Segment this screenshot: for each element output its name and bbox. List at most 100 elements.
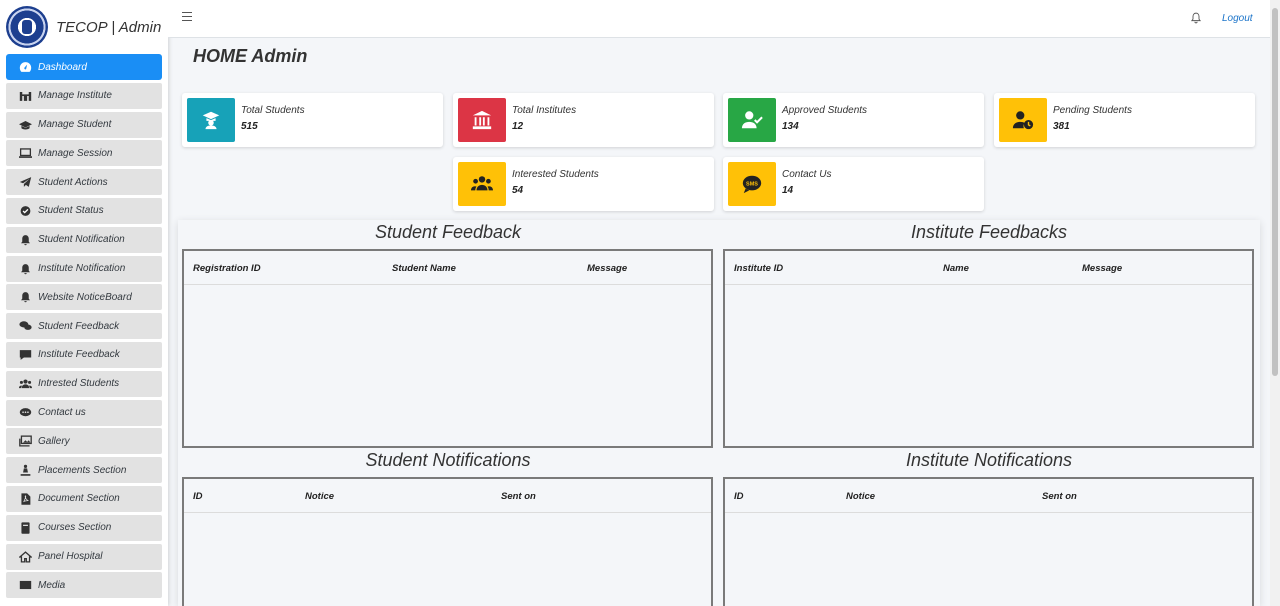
stat-card-contact-us[interactable]: SMS Contact Us 14 xyxy=(723,157,984,211)
sidebar-item-label: Website NoticeBoard xyxy=(38,291,132,303)
sidebar-item-manage-session[interactable]: Manage Session xyxy=(6,140,162,167)
bell-icon xyxy=(18,291,32,303)
student-feedback-table: Registration ID Student Name Message xyxy=(182,249,713,448)
sidebar-item-intrested-students[interactable]: Intrested Students xyxy=(6,370,162,397)
column-header: Institute ID xyxy=(734,263,784,274)
users-icon xyxy=(18,378,32,390)
comments-icon xyxy=(18,320,32,332)
sidebar-item-website-noticeboard[interactable]: Website NoticeBoard xyxy=(6,284,162,311)
sidebar-item-courses-section[interactable]: Courses Section xyxy=(6,514,162,541)
sidebar-item-label: Dashboard xyxy=(38,61,87,73)
sidebar-item-label: Institute Feedback xyxy=(38,349,120,361)
pdf-icon xyxy=(18,493,32,505)
paper-plane-icon xyxy=(18,176,32,188)
laptop-icon xyxy=(18,147,32,159)
logout-link[interactable]: Logout xyxy=(1222,13,1253,24)
sidebar-item-document-section[interactable]: Document Section xyxy=(6,485,162,512)
stat-card-approved-students[interactable]: Approved Students 134 xyxy=(723,93,984,147)
institute-feedback-title: Institute Feedbacks xyxy=(910,222,1068,242)
sidebar-item-student-notification[interactable]: Student Notification xyxy=(6,226,162,253)
institution-icon xyxy=(458,98,506,142)
column-header: Sent on xyxy=(501,491,536,502)
brand-title: TECOP | Admin xyxy=(56,18,162,36)
column-header: Notice xyxy=(846,491,876,502)
card-value: 134 xyxy=(782,121,799,132)
student-notifications-title: Student Notifications xyxy=(365,450,531,470)
menu-toggle-icon[interactable] xyxy=(182,12,192,22)
sidebar-item-panel-hospital[interactable]: Panel Hospital xyxy=(6,543,162,570)
sidebar-item-media[interactable]: Media xyxy=(6,572,162,599)
college-logo xyxy=(6,6,48,48)
sidebar-item-student-actions[interactable]: Student Actions xyxy=(6,169,162,196)
card-value: 12 xyxy=(512,121,524,132)
sidebar: TECOP | Admin Dashboard Manage Institute… xyxy=(0,0,168,606)
institute-notifications-table: ID Notice Sent on xyxy=(723,477,1254,606)
card-label: Total Institutes xyxy=(512,105,577,116)
sidebar-item-label: Student Actions xyxy=(38,176,108,188)
sidebar-item-label: Manage Institute xyxy=(38,90,112,102)
table-header: ID Notice Sent on xyxy=(184,479,711,513)
check-circle-icon xyxy=(18,205,32,217)
notification-bell-icon[interactable] xyxy=(1190,11,1202,25)
student-notifications-table: ID Notice Sent on xyxy=(182,477,713,606)
sidebar-nav: Dashboard Manage Institute Manage Studen… xyxy=(0,54,168,599)
page-scrollbar[interactable] xyxy=(1270,0,1280,606)
sidebar-item-label: Institute Notification xyxy=(38,263,126,275)
sidebar-item-label: Document Section xyxy=(38,493,120,505)
column-header: Student Name xyxy=(392,263,456,274)
column-header: Notice xyxy=(305,491,335,502)
sidebar-item-label: Gallery xyxy=(38,435,70,447)
sidebar-item-label: Courses Section xyxy=(38,522,112,534)
sidebar-item-institute-notification[interactable]: Institute Notification xyxy=(6,255,162,282)
sidebar-item-label: Media xyxy=(38,579,66,591)
sidebar-item-label: Student Status xyxy=(38,205,104,217)
sidebar-item-label: Placements Section xyxy=(38,464,127,476)
graduation-cap-icon xyxy=(18,119,32,131)
table-header: Institute ID Name Message xyxy=(725,251,1252,285)
sidebar-item-manage-student[interactable]: Manage Student xyxy=(6,111,162,138)
card-label: Pending Students xyxy=(1053,105,1132,116)
stat-card-total-institutes[interactable]: Total Institutes 12 xyxy=(453,93,714,147)
column-header: Message xyxy=(587,263,628,274)
card-label: Approved Students xyxy=(782,105,868,116)
stat-card-interested-students[interactable]: Interested Students 54 xyxy=(453,157,714,211)
person-icon xyxy=(18,464,32,476)
topbar: Logout xyxy=(168,0,1270,38)
bell-icon xyxy=(18,263,32,275)
dashboard-icon xyxy=(18,61,32,73)
comment-dots-icon xyxy=(18,407,32,419)
bell-icon xyxy=(18,234,32,246)
svg-text:SMS: SMS xyxy=(746,181,758,187)
brand[interactable]: TECOP | Admin xyxy=(0,0,168,54)
card-label: Contact Us xyxy=(782,169,832,180)
sidebar-item-placements-section[interactable]: Placements Section xyxy=(6,457,162,484)
book-icon xyxy=(18,522,32,534)
stat-card-pending-students[interactable]: Pending Students 381 xyxy=(994,93,1255,147)
card-label: Total Students xyxy=(241,105,305,116)
sidebar-item-gallery[interactable]: Gallery xyxy=(6,428,162,455)
sidebar-item-manage-institute[interactable]: Manage Institute xyxy=(6,82,162,109)
sidebar-item-dashboard[interactable]: Dashboard xyxy=(6,54,162,80)
column-header: Registration ID xyxy=(193,263,261,274)
student-feedback-title: Student Feedback xyxy=(374,222,522,242)
scrollbar-thumb[interactable] xyxy=(1272,8,1278,376)
card-value: 14 xyxy=(782,185,794,196)
column-header: Sent on xyxy=(1042,491,1077,502)
graduate-icon xyxy=(187,98,235,142)
sidebar-item-label: Intrested Students xyxy=(38,378,120,390)
stat-card-total-students[interactable]: Total Students 515 xyxy=(182,93,443,147)
sidebar-item-student-feedback[interactable]: Student Feedback xyxy=(6,313,162,340)
column-header: ID xyxy=(193,491,203,502)
column-header: ID xyxy=(734,491,744,502)
table-header: ID Notice Sent on xyxy=(725,479,1252,513)
sidebar-item-label: Panel Hospital xyxy=(38,551,103,563)
card-label: Interested Students xyxy=(512,169,599,180)
institute-notifications-title: Institute Notifications xyxy=(905,450,1073,470)
images-icon xyxy=(18,435,32,447)
card-value: 381 xyxy=(1053,121,1070,132)
sidebar-item-institute-feedback[interactable]: Institute Feedback xyxy=(6,341,162,368)
sidebar-item-label: Student Notification xyxy=(38,234,125,246)
column-header: Message xyxy=(1082,263,1123,274)
sidebar-item-student-status[interactable]: Student Status xyxy=(6,197,162,224)
sidebar-item-contact-us[interactable]: Contact us xyxy=(6,399,162,426)
